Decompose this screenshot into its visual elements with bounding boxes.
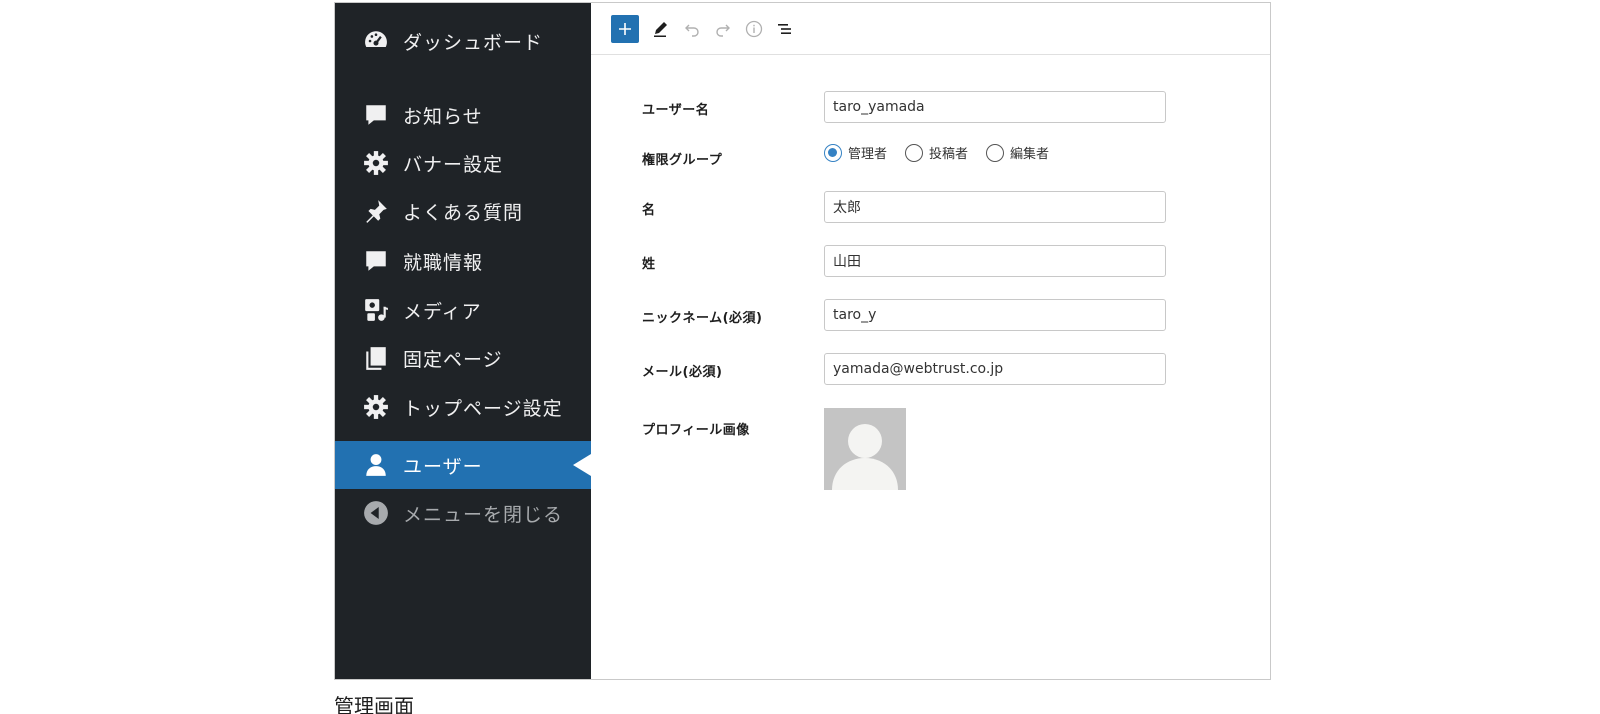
- email-input[interactable]: [824, 353, 1166, 385]
- radio-button[interactable]: [824, 143, 842, 162]
- role-radio-group: 管理者 投稿者 編集者: [824, 143, 1067, 162]
- list-view-icon: [778, 23, 791, 34]
- figure-caption: 管理画面: [334, 694, 414, 714]
- default-avatar-icon: [832, 424, 898, 490]
- radio-label: 編集者: [1010, 147, 1050, 162]
- first-name-input[interactable]: [824, 191, 1166, 223]
- sidebar-item-label: ダッシュボード: [403, 31, 544, 54]
- email-label: メール(必須): [642, 365, 723, 380]
- sidebar-item-label: ユーザー: [403, 455, 483, 478]
- media-icon: [363, 297, 389, 323]
- nickname-label: ニックネーム(必須): [642, 311, 763, 326]
- comment-icon: [363, 248, 389, 274]
- radio-label: 管理者: [848, 147, 888, 162]
- comment-icon: [363, 102, 389, 128]
- sidebar-item-label: メニューを閉じる: [403, 503, 564, 526]
- pencil-icon: [654, 21, 667, 37]
- username-label: ユーザー名: [642, 103, 710, 118]
- sidebar-item-faq[interactable]: よくある質問: [335, 187, 591, 235]
- redo-button[interactable]: [709, 15, 737, 43]
- add-icon: [619, 22, 631, 35]
- role-option-admin[interactable]: 管理者: [824, 143, 887, 162]
- sidebar-item-job-info[interactable]: 就職情報: [335, 237, 591, 285]
- dashboard-icon: [363, 28, 389, 54]
- role-label: 権限グループ: [642, 153, 723, 168]
- undo-button[interactable]: [678, 15, 706, 43]
- redo-icon: [716, 24, 730, 37]
- radio-button[interactable]: [905, 143, 924, 162]
- collapse-icon: [363, 500, 389, 526]
- pin-icon: [363, 198, 389, 224]
- sidebar: ダッシュボード お知らせ バナー設定 よくある質問 就職情報 メディア 固定ペー…: [335, 3, 591, 679]
- sidebar-item-banner-settings[interactable]: バナー設定: [335, 139, 591, 187]
- list-view-button[interactable]: [771, 15, 799, 43]
- editor-toolbar: [591, 3, 1270, 55]
- sidebar-item-dashboard[interactable]: ダッシュボード: [335, 17, 591, 65]
- add-block-button[interactable]: [611, 14, 639, 43]
- gear-icon: [363, 394, 389, 420]
- sidebar-item-pages[interactable]: 固定ページ: [335, 334, 591, 382]
- admin-window: ダッシュボード お知らせ バナー設定 よくある質問 就職情報 メディア 固定ペー…: [334, 2, 1271, 680]
- gear-icon: [363, 150, 389, 176]
- sidebar-item-label: トップページ設定: [403, 397, 563, 420]
- undo-icon: [685, 24, 699, 37]
- sidebar-item-users[interactable]: ユーザー: [335, 441, 591, 489]
- first-name-label: 名: [642, 203, 656, 218]
- last-name-input[interactable]: [824, 245, 1166, 277]
- last-name-label: 姓: [642, 257, 656, 272]
- sidebar-item-label: 就職情報: [403, 251, 484, 274]
- profile-image-label: プロフィール画像: [642, 423, 750, 438]
- radio-button[interactable]: [986, 143, 1005, 162]
- nickname-input[interactable]: [824, 299, 1166, 331]
- sidebar-item-label: バナー設定: [403, 153, 504, 176]
- role-option-editor[interactable]: 編集者: [986, 143, 1049, 162]
- sidebar-item-collapse-menu[interactable]: メニューを閉じる: [335, 489, 591, 537]
- sidebar-item-media[interactable]: メディア: [335, 286, 591, 334]
- sidebar-item-top-page-settings[interactable]: トップページ設定: [335, 383, 591, 431]
- sidebar-item-label: 固定ページ: [403, 348, 503, 371]
- role-option-contributor[interactable]: 投稿者: [905, 143, 968, 162]
- sidebar-item-label: メディア: [403, 300, 482, 323]
- details-button[interactable]: [740, 15, 768, 43]
- sidebar-item-label: お知らせ: [403, 105, 483, 128]
- user-icon: [363, 452, 389, 478]
- edit-button[interactable]: [647, 15, 675, 43]
- username-input[interactable]: [824, 91, 1166, 123]
- info-icon: [745, 20, 763, 37]
- main-content: ユーザー名 権限グループ 管理者 投稿者 編集者 名 姓 ニックネーム(必須) …: [591, 3, 1270, 679]
- radio-label: 投稿者: [929, 147, 969, 162]
- profile-avatar[interactable]: [824, 408, 906, 490]
- sidebar-item-news[interactable]: お知らせ: [335, 91, 591, 139]
- sidebar-item-label: よくある質問: [403, 201, 524, 224]
- pages-icon: [363, 345, 389, 371]
